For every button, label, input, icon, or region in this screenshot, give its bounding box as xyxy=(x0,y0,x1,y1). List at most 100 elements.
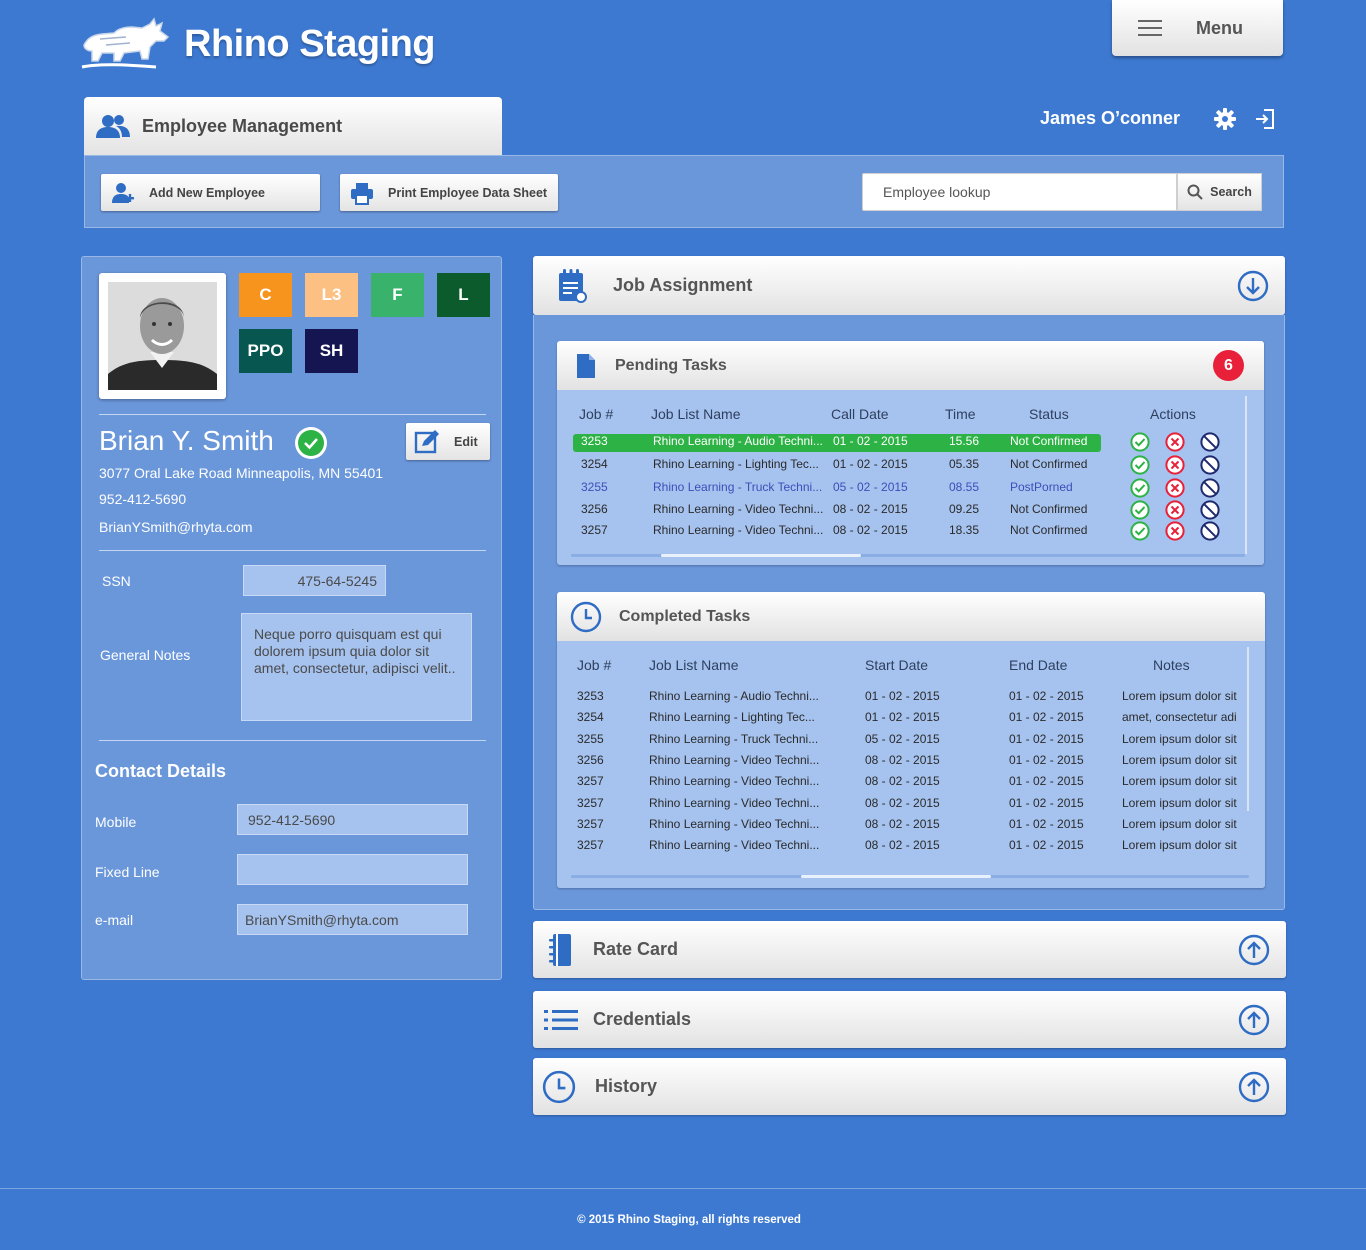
tag-badge: L3 xyxy=(305,273,358,317)
clock-icon xyxy=(570,601,602,632)
scrollbar[interactable] xyxy=(571,554,1245,557)
menu-button[interactable]: Menu xyxy=(1112,0,1283,56)
table-cell: Rhino Learning - Video Techni... xyxy=(649,795,820,810)
column-header[interactable]: End Date xyxy=(1009,657,1067,673)
print-data-sheet-label: Print Employee Data Sheet xyxy=(388,185,548,200)
table-cell: Rhino Learning - Audio Techni... xyxy=(649,689,819,703)
reject-icon[interactable] xyxy=(1165,521,1185,541)
table-cell: 01 - 02 - 2015 xyxy=(1009,689,1084,703)
block-icon[interactable] xyxy=(1200,455,1220,475)
ssn-label: SSN xyxy=(102,573,131,589)
block-icon[interactable] xyxy=(1200,500,1220,520)
column-header[interactable]: Job List Name xyxy=(651,406,740,422)
table-cell: Rhino Learning - Lighting Tec... xyxy=(653,457,819,471)
block-icon[interactable] xyxy=(1200,521,1220,541)
table-cell: Rhino Learning - Truck Techni... xyxy=(649,731,819,746)
tab-employee-management[interactable]: Employee Management xyxy=(84,97,502,155)
confirm-icon[interactable] xyxy=(1130,455,1150,475)
tag-badge: L xyxy=(437,273,490,317)
table-cell: 08.55 xyxy=(949,480,980,494)
reject-icon[interactable] xyxy=(1165,478,1185,498)
column-header[interactable]: Status xyxy=(1029,406,1069,422)
search-button[interactable]: Search xyxy=(1177,173,1262,211)
confirm-icon[interactable] xyxy=(1130,500,1150,520)
edit-button[interactable]: Edit xyxy=(406,423,490,460)
completed-tasks-header[interactable]: Completed Tasks xyxy=(557,592,1265,641)
table-cell: Not Confirmed xyxy=(1010,502,1088,516)
mobile-field[interactable]: 952-412-5690 xyxy=(237,804,468,835)
arrow-up-circle-icon[interactable] xyxy=(1238,1071,1270,1103)
credentials-header[interactable]: Credentials xyxy=(533,991,1286,1048)
tag-badge: SH xyxy=(305,329,358,373)
table-cell: Not Confirmed xyxy=(1010,457,1088,471)
table-cell: 01 - 02 - 2015 xyxy=(1009,710,1084,725)
menu-label: Menu xyxy=(1196,17,1243,38)
fixed-line-field[interactable] xyxy=(237,854,468,885)
column-header[interactable]: Job List Name xyxy=(649,657,738,673)
add-employee-button[interactable]: Add New Employee xyxy=(101,174,320,211)
rate-card-header[interactable]: Rate Card xyxy=(533,921,1286,978)
app-title: Rhino Staging xyxy=(184,22,436,65)
reject-icon[interactable] xyxy=(1165,455,1185,475)
arrow-up-circle-icon[interactable] xyxy=(1238,1004,1270,1036)
arrow-down-circle-icon[interactable] xyxy=(1237,270,1269,302)
table-cell: 3254 xyxy=(577,710,604,725)
toolbar: Add New Employee Print Employee Data She… xyxy=(84,155,1284,228)
fixed-line-label: Fixed Line xyxy=(95,864,160,880)
current-user-name[interactable]: James O’conner xyxy=(1040,108,1180,129)
table-cell: 08 - 02 - 2015 xyxy=(865,752,940,767)
ssn-field[interactable]: 475-64-5245 xyxy=(243,565,386,596)
check-circle-icon xyxy=(295,427,327,459)
print-data-sheet-button[interactable]: Print Employee Data Sheet xyxy=(340,174,558,211)
history-header[interactable]: History xyxy=(533,1058,1286,1115)
divider xyxy=(99,414,486,415)
column-header[interactable]: Time xyxy=(945,406,976,422)
printer-icon xyxy=(351,182,373,205)
pending-tasks-card: Pending Tasks 6 Job # Job List Name Call… xyxy=(557,341,1264,565)
scrollbar[interactable] xyxy=(1245,396,1247,554)
confirm-icon[interactable] xyxy=(1130,521,1150,541)
contact-details-title: Contact Details xyxy=(95,761,227,781)
employee-phone: 952-412-5690 xyxy=(99,491,187,507)
credentials-title: Credentials xyxy=(593,1009,692,1029)
table-cell: 01 - 02 - 2015 xyxy=(865,689,940,703)
column-header[interactable]: Job # xyxy=(579,406,613,422)
table-cell: Rhino Learning - Video Techni... xyxy=(649,838,820,853)
table-cell: 01 - 02 - 2015 xyxy=(833,457,908,471)
block-icon[interactable] xyxy=(1200,432,1220,452)
scrollbar[interactable] xyxy=(571,875,1249,878)
column-header[interactable]: Job # xyxy=(577,657,611,673)
table-cell: Rhino Learning - Audio Techni... xyxy=(653,434,823,448)
avatar xyxy=(99,273,226,399)
table-cell: Rhino Learning - Video Techni... xyxy=(653,523,824,537)
email-field[interactable]: BrianYSmith@rhyta.com xyxy=(237,904,468,935)
pending-tasks-header[interactable]: Pending Tasks 6 xyxy=(557,341,1264,390)
column-header[interactable]: Actions xyxy=(1150,406,1196,422)
column-header[interactable]: Start Date xyxy=(865,657,928,673)
table-cell: 05.35 xyxy=(949,457,980,471)
clipboard-icon xyxy=(559,268,587,303)
table-cell: 18.35 xyxy=(949,523,980,537)
block-icon[interactable] xyxy=(1200,478,1220,498)
logo[interactable]: Rhino Staging xyxy=(80,14,440,74)
job-assignment-header[interactable]: Job Assignment xyxy=(533,256,1285,315)
confirm-icon[interactable] xyxy=(1130,432,1150,452)
reject-icon[interactable] xyxy=(1165,432,1185,452)
employee-email[interactable]: BrianYSmith@rhyta.com xyxy=(99,519,252,535)
employee-lookup-input[interactable] xyxy=(862,173,1177,211)
column-header[interactable]: Call Date xyxy=(831,406,889,422)
logout-icon[interactable] xyxy=(1254,108,1276,135)
arrow-up-circle-icon[interactable] xyxy=(1238,934,1270,966)
list-icon xyxy=(544,1009,578,1030)
confirm-icon[interactable] xyxy=(1130,478,1150,498)
general-notes-field[interactable]: Neque porro quisquam est qui dolorem ips… xyxy=(241,613,472,721)
table-cell: 3253 xyxy=(581,434,608,448)
job-assignment-body: Pending Tasks 6 Job # Job List Name Call… xyxy=(533,315,1285,910)
employee-address: 3077 Oral Lake Road Minneapolis, MN 5540… xyxy=(99,465,384,481)
hamburger-icon xyxy=(1138,15,1162,41)
column-header[interactable]: Notes xyxy=(1153,657,1190,673)
employee-profile-panel: C L3 F L PPO SH Brian Y. Smith Edit 3077… xyxy=(81,256,502,980)
reject-icon[interactable] xyxy=(1165,500,1185,520)
scrollbar[interactable] xyxy=(1247,647,1249,811)
gear-icon[interactable] xyxy=(1214,108,1236,135)
